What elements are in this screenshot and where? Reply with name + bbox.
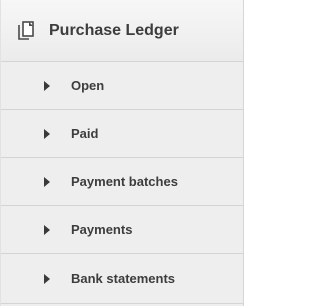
- caret-right-icon: [44, 273, 50, 284]
- nav-item-bank-statements[interactable]: Bank statements: [1, 254, 243, 304]
- nav-item-label: Payments: [71, 222, 133, 237]
- caret-right-icon: [44, 80, 50, 91]
- nav-item-label: Bank statements: [71, 271, 176, 286]
- nav-item-label: Open: [71, 78, 105, 93]
- nav-item-label: Payment batches: [71, 174, 178, 189]
- panel-header[interactable]: Purchase Ledger: [1, 0, 243, 62]
- nav-item-payments[interactable]: Payments: [1, 206, 243, 254]
- nav-item-label: Paid: [71, 126, 99, 141]
- nav-item-payment-batches[interactable]: Payment batches: [1, 158, 243, 206]
- nav-list: Open Paid Payment batches Payments Bank …: [1, 62, 243, 304]
- panel-title: Purchase Ledger: [49, 21, 179, 39]
- nav-item-open[interactable]: Open: [1, 62, 243, 110]
- caret-right-icon: [44, 224, 50, 235]
- purchase-ledger-panel: Purchase Ledger Open Paid Payment batche…: [0, 0, 244, 306]
- copy-icon: [17, 20, 39, 42]
- caret-right-icon: [44, 176, 50, 187]
- caret-right-icon: [44, 128, 50, 139]
- nav-item-paid[interactable]: Paid: [1, 110, 243, 158]
